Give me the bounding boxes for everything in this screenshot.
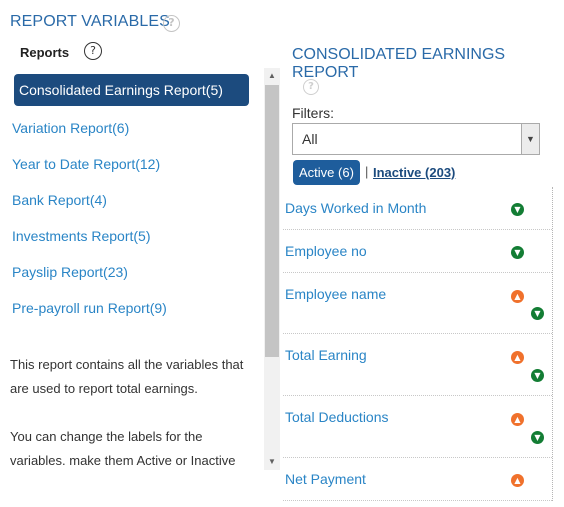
variable-label[interactable]: Total Earning	[285, 347, 367, 363]
report-item-pre-payroll-run[interactable]: Pre-payroll run Report(9)	[11, 290, 251, 326]
report-help-icon[interactable]: ?	[303, 79, 319, 95]
filter-select[interactable]: All ▼	[292, 123, 540, 155]
scroll-up-arrow-icon[interactable]: ▲	[264, 69, 280, 83]
variable-row: Days Worked in Month ▼	[283, 187, 552, 230]
reports-help-icon[interactable]: ?	[84, 42, 102, 60]
report-item-payslip[interactable]: Payslip Report(23)	[11, 254, 251, 290]
move-up-icon[interactable]: ▲	[511, 351, 524, 364]
report-item-variation[interactable]: Variation Report(6)	[11, 110, 251, 146]
tab-active[interactable]: Active (6)	[293, 160, 360, 185]
report-title: CONSOLIDATED EARNINGS REPORT	[292, 46, 506, 81]
help-icon[interactable]: ?	[163, 15, 180, 32]
variable-row: Employee no ▼	[283, 230, 552, 273]
report-item-investments[interactable]: Investments Report(5)	[11, 218, 251, 254]
variable-list: Days Worked in Month ▼ Employee no ▼ Emp…	[283, 187, 553, 501]
variable-row: Total Earning ▲ ▼	[283, 334, 552, 396]
report-list-scrollbar[interactable]: ▲ ▼	[264, 68, 280, 470]
report-item-year-to-date[interactable]: Year to Date Report(12)	[11, 146, 251, 182]
tab-separator: |	[365, 164, 369, 179]
variable-label[interactable]: Total Deductions	[285, 409, 389, 425]
scroll-thumb[interactable]	[265, 85, 279, 357]
report-item-bank[interactable]: Bank Report(4)	[11, 182, 251, 218]
move-down-icon[interactable]: ▼	[511, 246, 524, 259]
move-down-icon[interactable]: ▼	[531, 369, 544, 382]
move-down-icon[interactable]: ▼	[511, 203, 524, 216]
filter-selected-value: All	[302, 131, 318, 147]
report-list: Consolidated Earnings Report(5) Variatio…	[11, 74, 251, 326]
report-description: This report contains all the variables t…	[10, 353, 255, 497]
variable-label[interactable]: Employee no	[285, 243, 367, 259]
tab-inactive[interactable]: Inactive (203)	[373, 165, 455, 180]
variable-label[interactable]: Days Worked in Month	[285, 200, 426, 216]
description-paragraph: You can change the labels for the variab…	[10, 429, 236, 468]
description-paragraph: This report contains all the variables t…	[10, 357, 244, 396]
variable-row: Net Payment ▲	[283, 458, 552, 501]
move-up-icon[interactable]: ▲	[511, 474, 524, 487]
variable-label[interactable]: Net Payment	[285, 471, 366, 487]
move-down-icon[interactable]: ▼	[531, 307, 544, 320]
filters-label: Filters:	[292, 105, 334, 121]
move-up-icon[interactable]: ▲	[511, 290, 524, 303]
page-title: REPORT VARIABLES	[10, 13, 170, 30]
variable-label[interactable]: Employee name	[285, 286, 386, 302]
scroll-down-arrow-icon[interactable]: ▼	[264, 455, 280, 469]
move-down-icon[interactable]: ▼	[531, 431, 544, 444]
report-item-consolidated-earnings[interactable]: Consolidated Earnings Report(5)	[14, 74, 249, 106]
chevron-down-icon[interactable]: ▼	[521, 124, 539, 154]
move-up-icon[interactable]: ▲	[511, 413, 524, 426]
variable-row: Employee name ▲ ▼	[283, 273, 552, 334]
reports-label: Reports	[20, 45, 70, 60]
variable-row: Total Deductions ▲ ▼	[283, 396, 552, 458]
